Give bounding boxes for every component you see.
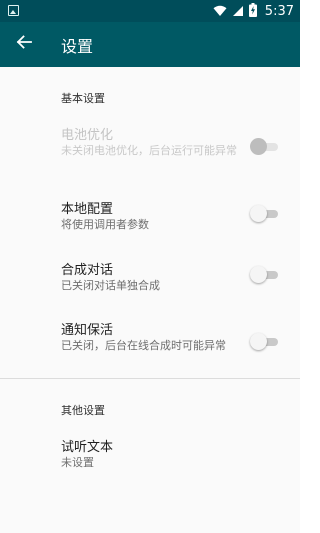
section-header-basic: 基本设置 <box>61 92 105 105</box>
local-config-switch[interactable] <box>250 205 278 223</box>
settings-screen: 5:37 设置 基本设置 电池优化 未关闭电池优化，后台运行可能异常 本地配置 … <box>0 0 300 533</box>
notification-keepalive-switch[interactable] <box>250 333 278 351</box>
pref-title: 电池优化 <box>61 128 114 143</box>
arrow-back-icon <box>16 34 32 54</box>
pref-title: 试听文本 <box>61 440 114 455</box>
pref-summary: 已关闭，后台在线合成时可能异常 <box>61 339 226 352</box>
battery-charging-icon <box>248 2 257 21</box>
page-title: 设置 <box>61 37 94 56</box>
status-icons: 5:37 <box>213 2 294 20</box>
pref-local-config[interactable]: 本地配置 将使用调用者参数 <box>0 198 300 234</box>
switch-thumb <box>250 266 267 283</box>
pref-title: 通知保活 <box>61 323 114 338</box>
status-time: 5:37 <box>264 3 294 19</box>
switch-thumb <box>250 333 267 350</box>
app-toolbar: 设置 <box>0 22 300 67</box>
dialogue-synthesis-switch[interactable] <box>250 266 278 284</box>
section-header-other: 其他设置 <box>61 404 105 417</box>
wifi-icon <box>213 2 227 21</box>
switch-thumb <box>250 138 267 155</box>
pref-title: 合成对话 <box>61 263 114 278</box>
pref-summary: 将使用调用者参数 <box>61 218 149 231</box>
pref-summary: 未关闭电池优化，后台运行可能异常 <box>61 144 237 157</box>
image-notification-icon <box>8 5 19 16</box>
pref-summary: 已关闭对话单独合成 <box>61 279 160 292</box>
battery-optimization-switch[interactable] <box>250 138 278 156</box>
signal-icon <box>232 2 244 21</box>
status-bar: 5:37 <box>0 0 300 22</box>
pref-preview-text[interactable]: 试听文本 未设置 <box>0 436 300 472</box>
pref-title: 本地配置 <box>61 202 114 217</box>
pref-battery-optimization[interactable]: 电池优化 未关闭电池优化，后台运行可能异常 <box>0 124 300 174</box>
section-divider <box>0 378 300 379</box>
pref-notification-keepalive[interactable]: 通知保活 已关闭，后台在线合成时可能异常 <box>0 319 300 369</box>
pref-summary: 未设置 <box>61 456 94 469</box>
back-button[interactable] <box>10 30 38 58</box>
pref-dialogue-synthesis[interactable]: 合成对话 已关闭对话单独合成 <box>0 259 300 295</box>
switch-thumb <box>250 205 267 222</box>
